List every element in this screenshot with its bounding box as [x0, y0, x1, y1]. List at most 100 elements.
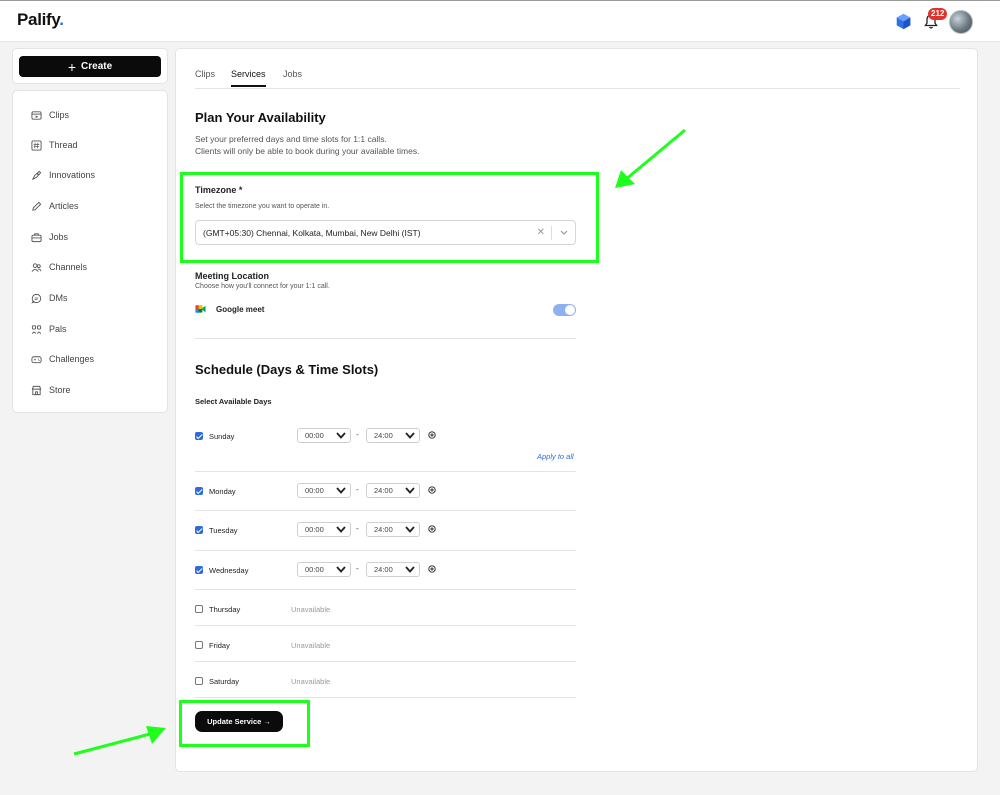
meeting-location-help: Choose how you'll connect for your 1:1 c…: [195, 283, 330, 290]
google-meet-icon: [195, 305, 206, 313]
google-meet-toggle[interactable]: [553, 304, 576, 316]
top-bar: Palify. 212: [0, 0, 1000, 42]
rocket-icon: [31, 170, 42, 180]
avatar[interactable]: [949, 10, 973, 34]
unavailable-text: Unavailable: [291, 641, 331, 650]
sidebar-item-innovations[interactable]: Innovations: [31, 167, 95, 183]
row-divider: [195, 589, 576, 590]
sidebar-item-label: Articles: [49, 201, 79, 211]
checkbox-friday[interactable]: [195, 641, 203, 649]
unavailable-text: Unavailable: [291, 605, 331, 614]
unavailable-text: Unavailable: [291, 677, 331, 686]
checkbox-thursday[interactable]: [195, 605, 203, 613]
end-time-select[interactable]: 24:00: [366, 428, 420, 443]
start-time-select[interactable]: 00:00: [297, 483, 351, 498]
notification-badge: 212: [928, 8, 948, 20]
add-slot-icon[interactable]: [428, 486, 436, 494]
checkbox-wednesday[interactable]: [195, 566, 203, 574]
sidebar-item-label: DMs: [49, 293, 68, 303]
start-time-select[interactable]: 00:00: [297, 428, 351, 443]
day-row-friday: Friday Unavailable: [195, 641, 576, 655]
chevron-down-icon: [405, 432, 415, 439]
sidebar-item-jobs[interactable]: Jobs: [31, 229, 68, 245]
cube-icon[interactable]: [895, 13, 912, 30]
day-name: Wednesday: [209, 566, 249, 575]
row-divider: [195, 697, 576, 698]
hash-icon: [31, 139, 42, 151]
add-slot-icon[interactable]: [428, 565, 436, 573]
logo[interactable]: Palify.: [17, 10, 64, 30]
range-dash: -: [356, 430, 359, 439]
availability-desc-1: Set your preferred days and time slots f…: [195, 134, 387, 144]
row-divider: [195, 625, 576, 626]
day-name: Friday: [209, 641, 230, 650]
start-time-select[interactable]: 00:00: [297, 562, 351, 577]
chevron-down-icon: [336, 566, 346, 573]
sidebar-item-clips[interactable]: Clips: [31, 107, 69, 123]
row-divider: [195, 471, 576, 472]
select-days-label: Select Available Days: [195, 397, 272, 406]
pen-icon: [32, 201, 42, 211]
tab-jobs[interactable]: Jobs: [283, 69, 302, 85]
start-time-select[interactable]: 00:00: [297, 522, 351, 537]
end-time-select[interactable]: 24:00: [366, 522, 420, 537]
chat-icon: [31, 293, 42, 303]
end-time-select[interactable]: 24:00: [366, 483, 420, 498]
sidebar-item-thread[interactable]: Thread: [31, 137, 78, 153]
row-divider: [195, 661, 576, 662]
range-dash: -: [356, 564, 359, 573]
row-divider: [195, 510, 576, 511]
create-label: Create: [81, 61, 113, 72]
toggle-knob: [565, 305, 575, 315]
range-dash: -: [356, 524, 359, 533]
create-button[interactable]: + Create: [19, 56, 161, 77]
sidebar-item-label: Pals: [49, 324, 67, 334]
sidebar-item-dms[interactable]: DMs: [31, 290, 68, 306]
plus-icon: +: [67, 58, 77, 75]
schedule-title: Schedule (Days & Time Slots): [195, 362, 379, 377]
sidebar-item-challenges[interactable]: Challenges: [31, 351, 94, 367]
add-slot-icon[interactable]: [428, 525, 436, 533]
day-name: Tuesday: [209, 526, 238, 535]
day-row-wednesday: Wednesday 00:00 - 24:00: [195, 561, 576, 581]
sidebar-item-store[interactable]: Store: [31, 382, 71, 398]
end-time-select[interactable]: 24:00: [366, 562, 420, 577]
sidebar: Clips Thread Innovations Articles Jobs C…: [12, 90, 168, 413]
tab-clips[interactable]: Clips: [195, 69, 215, 85]
sidebar-item-channels[interactable]: Channels: [31, 259, 87, 275]
update-arrow-icon: [73, 726, 166, 756]
availability-title: Plan Your Availability: [195, 110, 326, 125]
day-row-tuesday: Tuesday 00:00 - 24:00: [195, 521, 576, 541]
sidebar-item-articles[interactable]: Articles: [31, 198, 79, 214]
day-row-monday: Monday 00:00 - 24:00: [195, 482, 576, 502]
meeting-location-label: Meeting Location: [195, 271, 269, 281]
clips-icon: [31, 110, 42, 120]
add-slot-icon[interactable]: [428, 431, 436, 439]
users-icon: [31, 262, 42, 272]
gamepad-icon: [31, 355, 42, 363]
checkbox-saturday[interactable]: [195, 677, 203, 685]
checkbox-monday[interactable]: [195, 487, 203, 495]
checkbox-sunday[interactable]: [195, 432, 203, 440]
sidebar-item-label: Jobs: [49, 232, 69, 242]
day-name: Saturday: [209, 677, 240, 686]
day-name: Thursday: [209, 605, 241, 614]
pals-icon: [31, 324, 42, 334]
tab-services[interactable]: Services: [231, 69, 266, 87]
row-divider: [195, 550, 576, 551]
day-row-sunday: Sunday 00:00 - 24:00: [195, 427, 576, 467]
sidebar-item-label: Clips: [49, 110, 70, 120]
checkbox-tuesday[interactable]: [195, 526, 203, 534]
day-name: Monday: [209, 487, 236, 496]
store-icon: [31, 385, 42, 395]
apply-to-all-link[interactable]: Apply to all: [537, 452, 574, 461]
chevron-down-icon: [405, 526, 415, 533]
timezone-highlight-box: [180, 172, 599, 263]
day-name: Sunday: [209, 432, 235, 441]
chevron-down-icon: [405, 487, 415, 494]
tab-bar: Clips Services Jobs: [195, 69, 960, 89]
main-panel: Clips Services Jobs Plan Your Availabili…: [175, 48, 978, 772]
sidebar-item-label: Innovations: [49, 170, 96, 180]
sidebar-item-pals[interactable]: Pals: [31, 321, 67, 337]
sidebar-item-label: Channels: [49, 262, 88, 272]
